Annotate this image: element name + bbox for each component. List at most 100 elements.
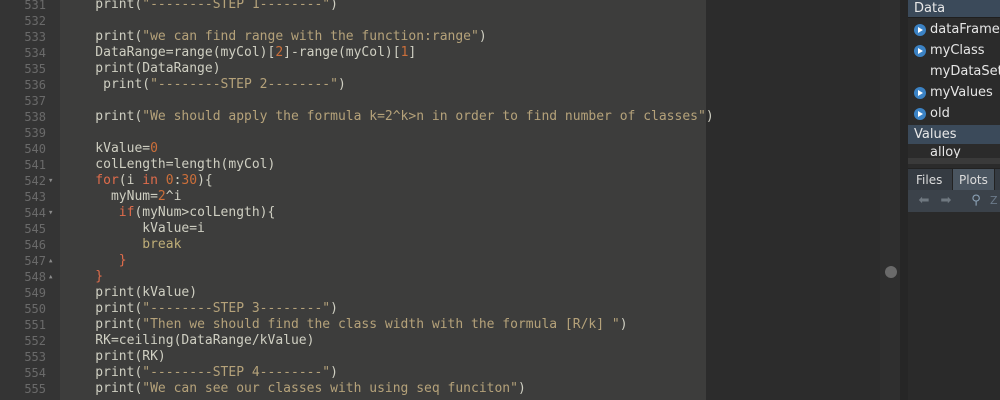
line-number: 546 — [24, 238, 46, 252]
fold-marker-icon[interactable]: ▾ — [48, 205, 58, 221]
environment-item[interactable]: dataFrame — [908, 19, 1000, 40]
code-line[interactable]: print("Then we should find the class wid… — [64, 317, 628, 333]
back-arrow-icon[interactable]: ⬅ — [916, 193, 932, 209]
code-line[interactable]: } — [64, 269, 103, 285]
line-number: 535 — [24, 62, 46, 76]
code-token: if — [64, 205, 135, 220]
zoom-label[interactable]: Z — [990, 193, 998, 209]
code-token: ) — [478, 29, 487, 44]
code-line[interactable]: kValue=i — [64, 221, 205, 237]
code-line[interactable]: DataRange=range(myCol)[2]-range(myCol)[1… — [64, 45, 416, 61]
environment-pane: Data dataFrame myClass myDataSet myValues ol… — [908, 0, 1000, 400]
code-token: ) — [517, 381, 526, 396]
environment-item-name: old — [930, 106, 950, 121]
plots-toolbar: ⬅ ➡ ⚲ Z — [908, 190, 1000, 213]
fold-marker-icon[interactable]: ▴ — [48, 253, 58, 269]
code-line[interactable]: print(kValue) — [64, 285, 197, 301]
pane-splitter[interactable] — [900, 0, 908, 400]
code-line[interactable]: print("We should apply the formula k=2^k… — [64, 109, 714, 125]
code-line[interactable]: print("--------STEP 3--------") — [64, 301, 338, 317]
value-row[interactable]: alloy — [908, 144, 1000, 158]
code-token: "--------STEP 2--------" — [150, 77, 338, 92]
code-token: "Then we should find the class width wit… — [142, 317, 620, 332]
data-section-header: Data — [908, 0, 1000, 18]
code-line[interactable]: print(DataRange) — [64, 61, 221, 77]
code-token: 30 — [181, 173, 198, 188]
code-token: (i — [118, 173, 143, 188]
code-token: print( — [64, 317, 143, 332]
code-token: 0 — [165, 173, 174, 188]
code-token: kValue=i — [64, 221, 205, 236]
line-number: 555 — [24, 382, 46, 396]
code-token: ) — [330, 365, 338, 380]
fold-marker-icon[interactable]: ▾ — [48, 173, 58, 189]
code-token: "--------STEP 3--------" — [142, 301, 331, 316]
code-token: ]-range(myCol)[ — [283, 45, 401, 60]
line-number: 537 — [24, 94, 46, 108]
line-number: 532 — [24, 14, 46, 28]
code-line[interactable]: print("--------STEP 2--------") — [64, 77, 346, 93]
code-line[interactable]: colLength=length(myCol) — [64, 157, 275, 173]
code-token: 2 — [275, 45, 284, 60]
code-line[interactable]: myNum=2^i — [64, 189, 181, 205]
code-token: "--------STEP 1--------" — [142, 0, 331, 12]
code-line[interactable]: RK=ceiling(DataRange/kValue) — [64, 333, 314, 349]
expand-icon[interactable] — [914, 44, 926, 57]
code-token: print( — [64, 0, 143, 12]
expand-icon[interactable] — [914, 86, 926, 99]
code-token: 2 — [157, 189, 166, 204]
code-line[interactable]: print("--------STEP 1--------") — [64, 0, 338, 13]
line-number: 551 — [24, 318, 46, 332]
environment-item[interactable]: old — [908, 103, 1000, 124]
line-number: 543 — [24, 190, 46, 204]
forward-arrow-icon[interactable]: ➡ — [938, 193, 954, 209]
line-number: 544 — [24, 206, 46, 220]
code-token: ){ — [197, 173, 213, 188]
fold-marker-icon[interactable]: ▴ — [48, 269, 58, 285]
source-editor[interactable]: 531 print("--------STEP 1--------") 532 53… — [0, 0, 880, 400]
code-token: ) — [619, 317, 628, 332]
line-number: 539 — [24, 126, 46, 140]
line-number: 553 — [24, 350, 46, 364]
code-token: print( — [64, 77, 151, 92]
code-token: ) — [330, 301, 338, 316]
scroll-indicator[interactable] — [885, 266, 897, 278]
zoom-icon[interactable]: ⚲ — [968, 193, 984, 209]
expand-icon[interactable] — [914, 107, 926, 120]
code-token: } — [64, 269, 104, 284]
code-token: print(DataRange) — [64, 61, 221, 76]
environment-item[interactable]: myClass — [908, 40, 1000, 61]
tab-files[interactable]: Files — [910, 169, 948, 191]
code-line[interactable]: if(myNum>colLength){ — [64, 205, 276, 221]
code-token: for — [64, 173, 119, 188]
environment-item-name: dataFrame — [930, 22, 1000, 37]
line-number: 548 — [24, 270, 46, 284]
code-line[interactable]: } — [64, 253, 127, 269]
code-line[interactable]: print("we can find range with the functi… — [64, 29, 487, 45]
code-line[interactable]: break — [64, 237, 181, 253]
code-token: ] — [408, 45, 417, 60]
environment-item-name: myValues — [930, 85, 993, 100]
code-token: in — [142, 173, 158, 188]
environment-item-name: myDataSet — [930, 64, 1000, 79]
files-pane-tabs: Files Plots — [908, 168, 1000, 191]
code-token: } — [64, 253, 127, 268]
line-number: 545 — [24, 222, 46, 236]
code-line[interactable]: for(i in 0:30){ — [64, 173, 213, 189]
line-number: 540 — [24, 142, 46, 156]
line-number: 533 — [24, 30, 46, 44]
code-line[interactable]: print(RK) — [64, 349, 165, 365]
plot-area — [908, 212, 1000, 400]
values-section-header: Values — [908, 125, 1000, 144]
code-line[interactable]: print("We can see our classes with using… — [64, 381, 526, 397]
expand-icon[interactable] — [914, 23, 926, 36]
environment-item[interactable]: myValues — [908, 82, 1000, 103]
code-line[interactable]: kValue=0 — [64, 141, 158, 157]
line-number: 542 — [24, 174, 46, 188]
code-line[interactable]: print("--------STEP 4--------") — [64, 365, 338, 381]
code-token: colLength=length(myCol) — [64, 157, 276, 172]
tab-plots[interactable]: Plots — [952, 169, 995, 191]
environment-item[interactable]: myDataSet — [908, 61, 1000, 82]
code-token: "--------STEP 4--------" — [142, 365, 331, 380]
code-token: ) — [705, 109, 714, 124]
